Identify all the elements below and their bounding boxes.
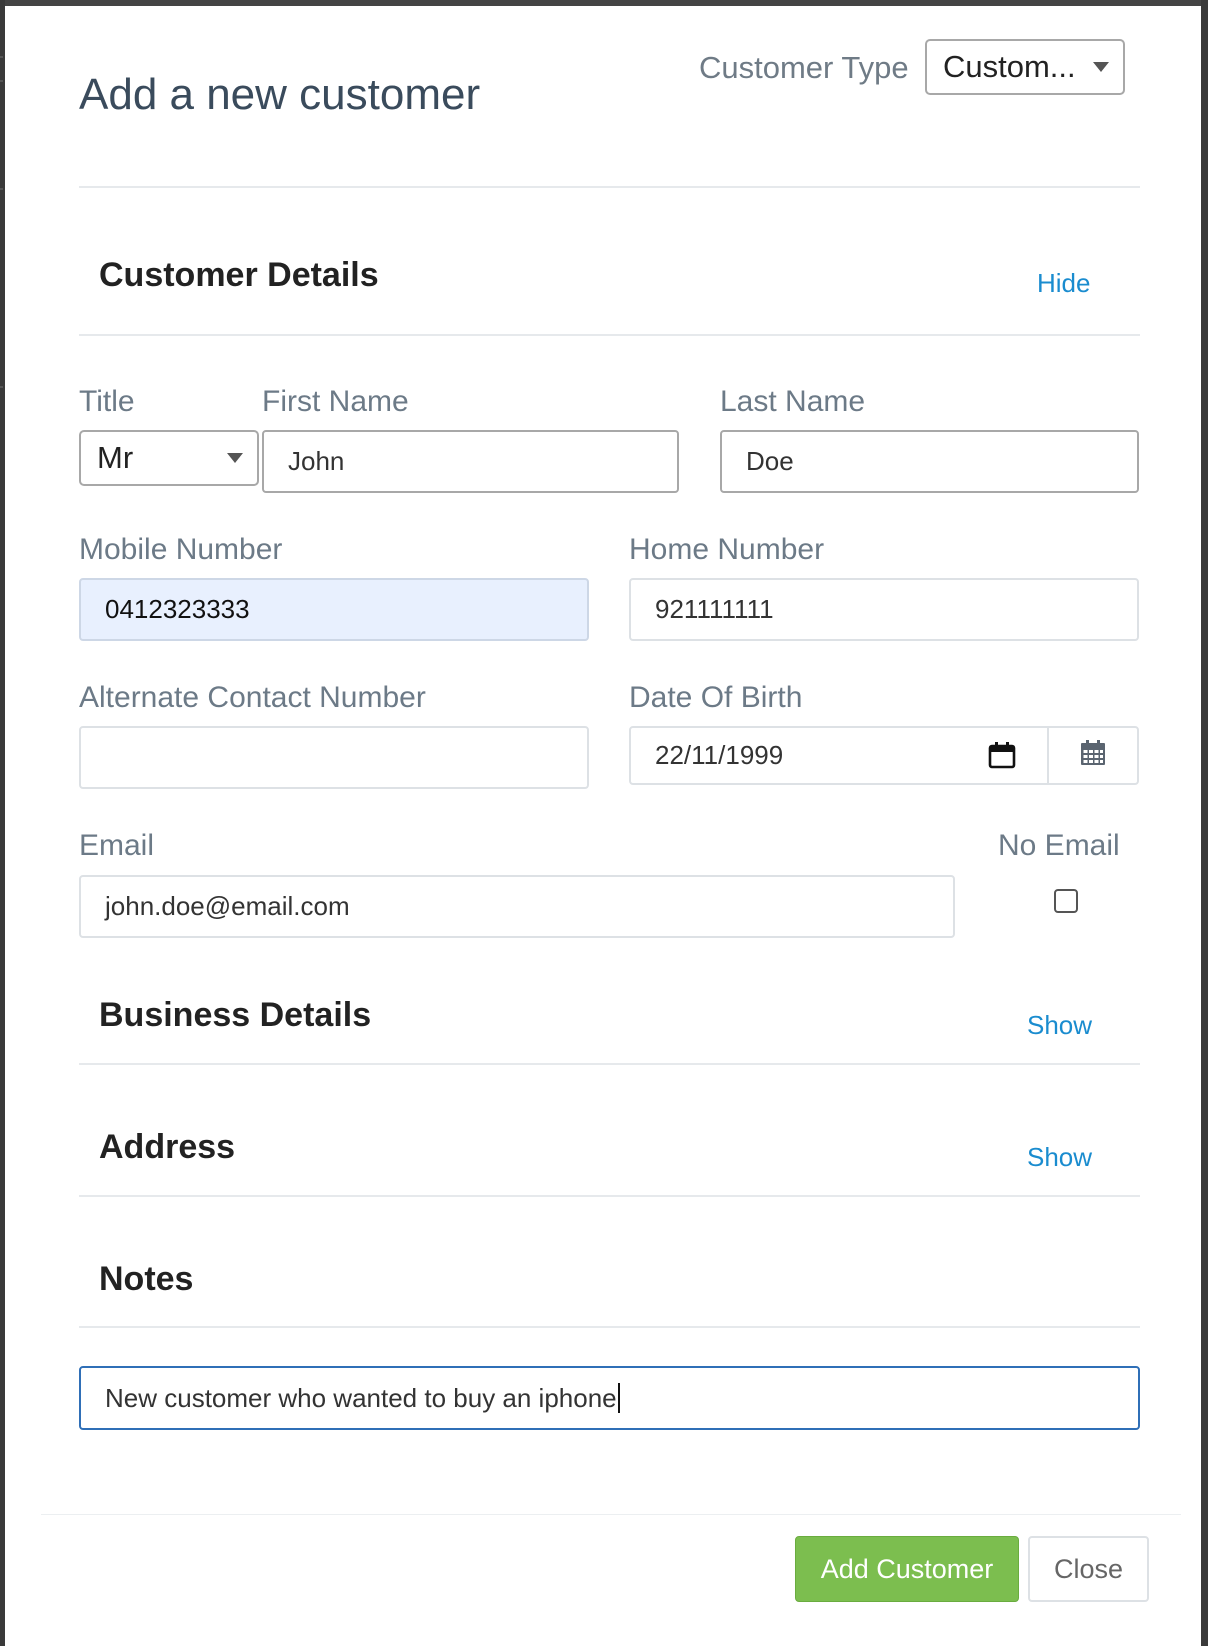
address-show-link[interactable]: Show bbox=[1027, 1142, 1092, 1173]
background-tick bbox=[0, 80, 3, 82]
alternate-contact-input[interactable] bbox=[79, 726, 589, 789]
background-tick bbox=[0, 386, 3, 388]
title-label: Title bbox=[79, 385, 135, 418]
last-name-label: Last Name bbox=[720, 385, 866, 418]
add-customer-button[interactable]: Add Customer bbox=[795, 1536, 1019, 1602]
home-number-input[interactable]: 921111111 bbox=[629, 578, 1139, 641]
calendar-icon[interactable] bbox=[988, 741, 1016, 776]
background-tick bbox=[0, 188, 3, 190]
customer-details-heading: Customer Details bbox=[99, 256, 379, 294]
caret-down-icon bbox=[227, 453, 243, 463]
footer-divider bbox=[41, 1514, 1181, 1515]
last-name-value: Doe bbox=[746, 446, 794, 476]
business-details-heading: Business Details bbox=[99, 996, 372, 1034]
email-input[interactable]: john.doe@email.com bbox=[79, 875, 955, 938]
mobile-number-input[interactable]: 0412323333 bbox=[79, 578, 589, 641]
address-divider bbox=[79, 1195, 1140, 1197]
business-details-show-link[interactable]: Show bbox=[1027, 1010, 1092, 1041]
customer-type-value: Custom... bbox=[943, 49, 1076, 84]
home-number-label: Home Number bbox=[629, 533, 825, 566]
address-heading: Address bbox=[99, 1128, 236, 1166]
calendar-grid-icon bbox=[1080, 740, 1106, 771]
email-label: Email bbox=[79, 829, 155, 862]
no-email-checkbox[interactable] bbox=[1054, 889, 1078, 913]
alternate-contact-label: Alternate Contact Number bbox=[79, 681, 426, 714]
date-of-birth-label: Date Of Birth bbox=[629, 681, 803, 714]
notes-value: New customer who wanted to buy an iphone bbox=[105, 1382, 617, 1413]
email-value: john.doe@email.com bbox=[105, 891, 350, 921]
close-button[interactable]: Close bbox=[1028, 1536, 1149, 1602]
first-name-value: John bbox=[288, 446, 345, 476]
last-name-input[interactable]: Doe bbox=[720, 430, 1139, 493]
date-of-birth-input[interactable]: 22/11/1999 bbox=[629, 726, 1049, 785]
mobile-number-label: Mobile Number bbox=[79, 533, 283, 566]
modal-title: Add a new customer bbox=[79, 70, 481, 119]
first-name-input[interactable]: John bbox=[262, 430, 679, 493]
business-details-divider bbox=[79, 1063, 1140, 1065]
notes-input[interactable]: New customer who wanted to buy an iphone bbox=[79, 1366, 1140, 1430]
title-value: Mr bbox=[97, 440, 134, 475]
text-cursor bbox=[617, 1383, 620, 1413]
modal-right-border bbox=[1201, 0, 1208, 1646]
no-email-label: No Email bbox=[998, 829, 1120, 862]
title-select[interactable]: Mr bbox=[79, 430, 259, 486]
date-picker-button[interactable] bbox=[1048, 726, 1139, 785]
first-name-label: First Name bbox=[262, 385, 409, 418]
background-tick bbox=[0, 56, 3, 58]
notes-divider bbox=[79, 1326, 1140, 1328]
home-number-value: 921111111 bbox=[655, 594, 774, 624]
add-customer-modal: Add a new customer Customer Type Custom.… bbox=[5, 6, 1201, 1646]
date-of-birth-value: 22/11/1999 bbox=[655, 740, 784, 770]
header-divider bbox=[79, 186, 1140, 188]
customer-type-select[interactable]: Custom... bbox=[925, 39, 1125, 95]
customer-details-hide-link[interactable]: Hide bbox=[1037, 268, 1090, 299]
caret-down-icon bbox=[1093, 62, 1109, 72]
customer-details-divider bbox=[79, 334, 1140, 336]
mobile-number-value: 0412323333 bbox=[105, 594, 250, 624]
customer-type-label: Customer Type bbox=[699, 50, 909, 85]
notes-heading: Notes bbox=[99, 1260, 194, 1298]
